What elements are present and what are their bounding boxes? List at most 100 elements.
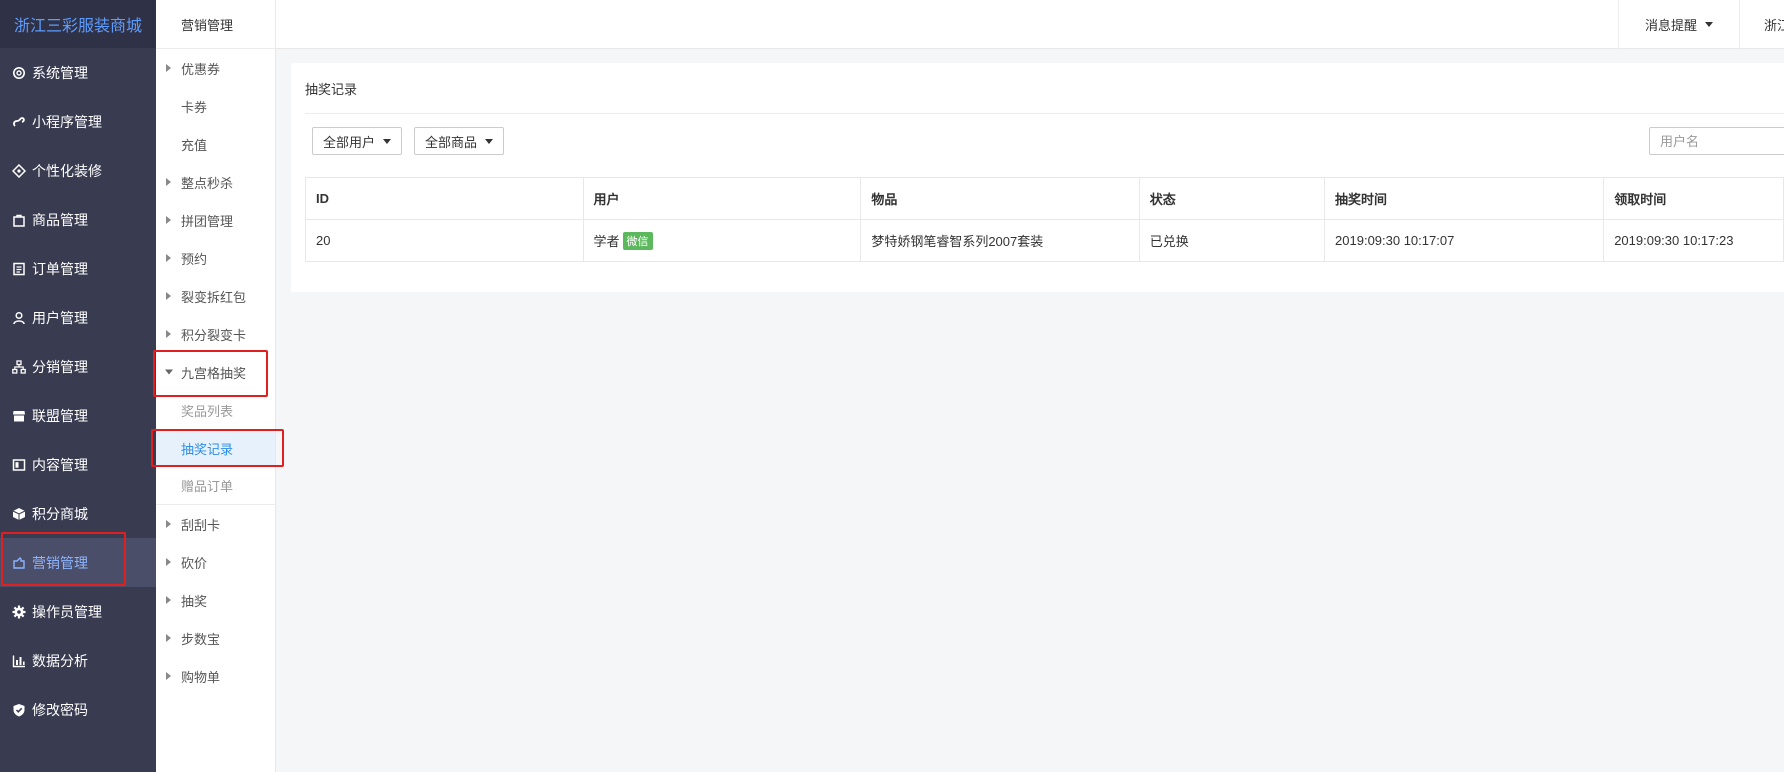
nav-item[interactable]: 商品管理 bbox=[0, 195, 156, 244]
main-nav: 系统管理小程序管理个性化装修商品管理订单管理用户管理分销管理联盟管理 内容管理积分… bbox=[0, 48, 156, 734]
nav-item[interactable]: 小程序管理 bbox=[0, 97, 156, 146]
secondary-sidebar: 营销管理 优惠券卡券充值整点秒杀拼团管理预约裂变拆红包积分裂变卡九宫格抽奖奖品列… bbox=[156, 0, 276, 772]
nav-item[interactable]: 用户管理 bbox=[0, 293, 156, 342]
records-card: 抽奖记录 全部用户 全部商品 ID 用户 物品 状态 抽奖时间 领取时间 20 … bbox=[291, 63, 1784, 292]
wechat-badge: 微信 bbox=[622, 232, 653, 250]
user-name: 学者 bbox=[593, 234, 620, 249]
subnav-item[interactable]: 步数宝 bbox=[156, 619, 275, 657]
caret-right-icon bbox=[166, 330, 171, 338]
nav-item[interactable]: 内容管理 bbox=[0, 440, 156, 489]
gear-icon bbox=[12, 605, 26, 619]
column-header-item: 物品 bbox=[860, 177, 1140, 220]
brand-title[interactable]: 浙江三彩服装商城 bbox=[0, 0, 156, 48]
nav-item[interactable]: 数据分析 bbox=[0, 636, 156, 685]
nav-item-label: 小程序管理 bbox=[32, 113, 102, 130]
content-icon bbox=[12, 458, 26, 472]
caret-right-icon bbox=[166, 634, 171, 642]
shopping-bag-icon bbox=[12, 213, 26, 227]
caret-right-icon bbox=[166, 672, 171, 680]
subnav-item[interactable]: 整点秒杀 bbox=[156, 163, 275, 201]
subnav-item[interactable]: 拼团管理 bbox=[156, 201, 275, 239]
subnav-item-label: 九宫格抽奖 bbox=[181, 365, 247, 381]
subnav-item-label: 奖品列表 bbox=[181, 403, 234, 419]
mini-program-icon bbox=[12, 115, 26, 129]
nav-item[interactable]: 个性化装修 bbox=[0, 146, 156, 195]
nav-item-label: 订单管理 bbox=[32, 260, 88, 277]
table-row: 20 学者 微信 梦特娇钢笔睿智系列2007套装 已兑换 2019:09:30 1… bbox=[305, 219, 1784, 262]
subnav-item[interactable]: 裂变拆红包 bbox=[156, 277, 275, 315]
store-icon bbox=[12, 409, 26, 423]
cube-icon bbox=[12, 507, 26, 521]
page-title: 抽奖记录 bbox=[305, 81, 358, 97]
subnav-item-label: 砍价 bbox=[181, 555, 208, 571]
chevron-down-icon bbox=[485, 138, 494, 144]
nav-item-label: 系统管理 bbox=[32, 64, 88, 81]
subnav-item[interactable]: 抽奖记录 bbox=[156, 429, 275, 467]
nav-item-label: 分销管理 bbox=[32, 358, 88, 375]
subnav-item-label: 拼团管理 bbox=[181, 213, 234, 229]
username-search-input[interactable] bbox=[1649, 127, 1784, 155]
decorate-icon bbox=[12, 163, 26, 178]
subnav-item-label: 抽奖 bbox=[181, 593, 208, 609]
nav-item-label: 积分商城 bbox=[32, 505, 88, 522]
subnav-title: 营销管理 bbox=[156, 0, 275, 49]
messages-dropdown[interactable]: 消息提醒 bbox=[1618, 0, 1740, 49]
subnav-item[interactable]: 购物单 bbox=[156, 657, 275, 695]
subnav-item[interactable]: 优惠券 bbox=[156, 49, 275, 87]
subnav-item-label: 抽奖记录 bbox=[181, 441, 234, 457]
column-header-user: 用户 bbox=[582, 177, 862, 220]
user-icon bbox=[12, 311, 26, 325]
cell-item: 梦特娇钢笔睿智系列2007套装 bbox=[860, 219, 1140, 262]
cell-claim-time: 2019:09:30 10:17:23 bbox=[1603, 219, 1784, 262]
nav-item-label: 操作员管理 bbox=[32, 603, 102, 620]
subnav-item-label: 充值 bbox=[181, 137, 208, 153]
subnav-list: 优惠券卡券充值整点秒杀拼团管理预约裂变拆红包积分裂变卡九宫格抽奖奖品列表抽奖记录… bbox=[156, 49, 275, 695]
nav-item[interactable]: 修改密码 bbox=[0, 685, 156, 734]
caret-right-icon bbox=[166, 558, 171, 566]
caret-right-icon bbox=[166, 292, 171, 300]
goods-filter-dropdown[interactable]: 全部商品 bbox=[414, 127, 505, 155]
subnav-item-label: 卡券 bbox=[181, 99, 208, 115]
nav-item[interactable]: 积分商城 bbox=[0, 489, 156, 538]
user-filter-label: 全部用户 bbox=[323, 134, 376, 150]
subnav-item-label: 优惠券 bbox=[181, 61, 221, 77]
subnav-item[interactable]: 预约 bbox=[156, 239, 275, 277]
nav-item[interactable]: 操作员管理 bbox=[0, 587, 156, 636]
nav-item[interactable]: 联盟管理 bbox=[0, 391, 156, 440]
subnav-item-label: 整点秒杀 bbox=[181, 175, 234, 191]
nav-item-label: 用户管理 bbox=[32, 309, 88, 326]
messages-label: 消息提醒 bbox=[1644, 18, 1697, 33]
records-table: ID 用户 物品 状态 抽奖时间 领取时间 20 学者 微信 梦特娇钢笔睿智系列2… bbox=[305, 177, 1784, 262]
caret-right-icon bbox=[166, 596, 171, 604]
table-header-row: ID 用户 物品 状态 抽奖时间 领取时间 bbox=[305, 177, 1784, 220]
nav-item-label: 商品管理 bbox=[32, 211, 88, 228]
marketing-icon bbox=[12, 556, 26, 570]
main-sidebar: 浙江三彩服装商城 系统管理小程序管理个性化装修商品管理订单管理用户管理分销管理联… bbox=[0, 0, 156, 772]
chevron-down-icon bbox=[383, 138, 392, 144]
nav-item-label: 个性化装修 bbox=[32, 162, 102, 179]
subnav-item[interactable]: 砍价 bbox=[156, 543, 275, 581]
top-bar: 消息提醒 浙江 bbox=[276, 0, 1784, 49]
subnav-item[interactable]: 刮刮卡 bbox=[156, 505, 275, 543]
subnav-item[interactable]: 九宫格抽奖 bbox=[156, 353, 275, 391]
nav-item[interactable]: 营销管理 bbox=[0, 538, 156, 587]
user-filter-dropdown[interactable]: 全部用户 bbox=[312, 127, 403, 155]
subnav-item[interactable]: 卡券 bbox=[156, 87, 275, 125]
nav-item[interactable]: 系统管理 bbox=[0, 48, 156, 97]
subnav-item-label: 刮刮卡 bbox=[181, 517, 221, 533]
subnav-item[interactable]: 积分裂变卡 bbox=[156, 315, 275, 353]
nav-item-label: 营销管理 bbox=[32, 554, 88, 571]
subnav-item-label: 购物单 bbox=[181, 669, 221, 685]
nav-item[interactable]: 订单管理 bbox=[0, 244, 156, 293]
subnav-item[interactable]: 奖品列表 bbox=[156, 391, 275, 429]
subnav-item[interactable]: 充值 bbox=[156, 125, 275, 163]
subnav-item[interactable]: 抽奖 bbox=[156, 581, 275, 619]
subnav-item-label: 积分裂变卡 bbox=[181, 327, 247, 343]
column-header-draw-time: 抽奖时间 bbox=[1324, 177, 1605, 220]
subnav-item-label: 裂变拆红包 bbox=[181, 289, 247, 305]
shop-name[interactable]: 浙江 bbox=[1764, 0, 1784, 49]
cell-status: 已兑换 bbox=[1138, 219, 1326, 262]
nav-item[interactable]: 分销管理 bbox=[0, 342, 156, 391]
subnav-item[interactable]: 赠品订单 bbox=[156, 467, 275, 505]
order-list-icon bbox=[12, 262, 26, 276]
